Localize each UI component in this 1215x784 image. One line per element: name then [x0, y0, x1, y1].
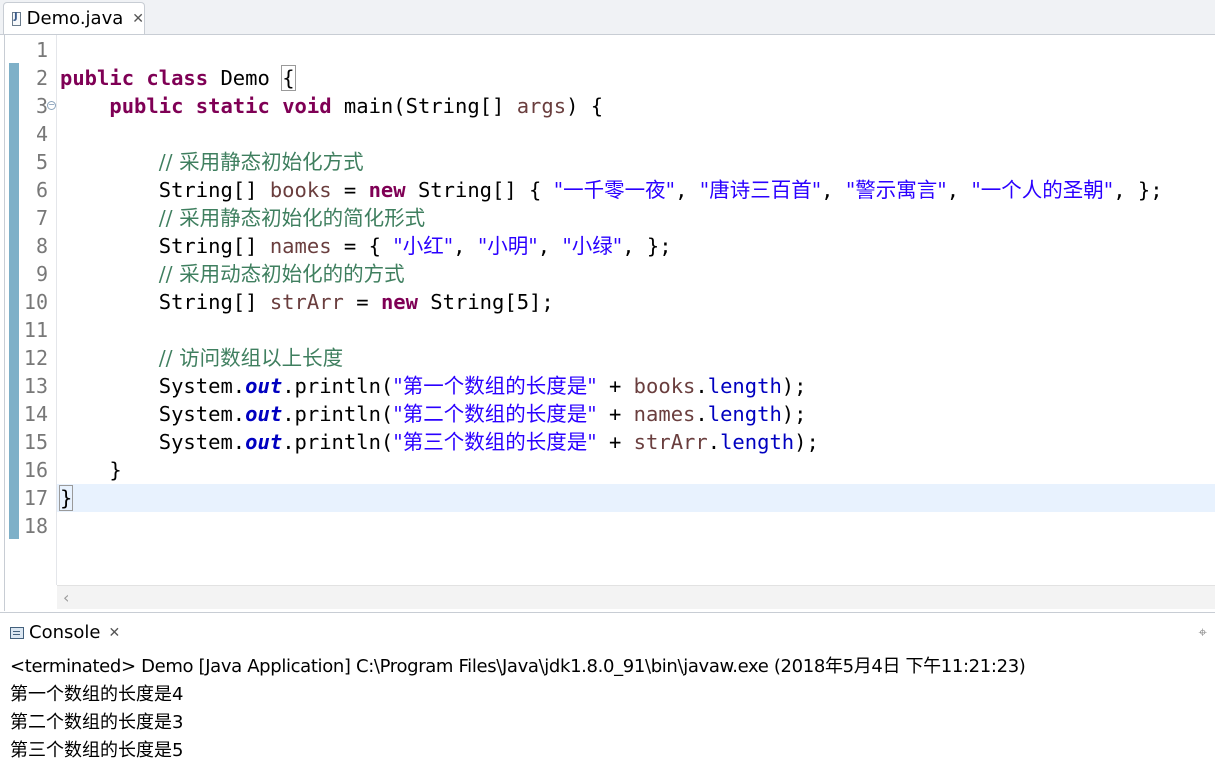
- line-number: 11: [23, 318, 48, 342]
- code-line: 3 − public static void main(String[] arg…: [0, 92, 1215, 120]
- code-line: 2 public class Demo {: [0, 64, 1215, 92]
- code-line: 8 String[] names = { "小红", "小明", "小绿", }…: [0, 232, 1215, 260]
- console-output-line: 第一个数组的长度是4: [10, 684, 184, 705]
- close-icon[interactable]: ✕: [108, 625, 120, 641]
- code-line: 18: [0, 512, 1215, 540]
- matched-brace: }: [58, 485, 74, 511]
- line-number: 14: [23, 402, 48, 426]
- code-comment: // 采用动态初始化的的方式: [158, 262, 405, 286]
- line-number: 13: [23, 374, 48, 398]
- line-number: 9: [35, 262, 48, 286]
- line-number: 3: [35, 94, 48, 118]
- code-text: String[] names = { "小红", "小明", "小绿", };: [158, 234, 672, 258]
- console-tab-label: Console: [29, 622, 101, 643]
- code-line: 10 String[] strArr = new String[5];: [0, 288, 1215, 316]
- code-line: 15 System.out.println("第三个数组的长度是" + strA…: [0, 428, 1215, 456]
- code-text: System.out.println("第三个数组的长度是" + strArr.…: [158, 430, 819, 454]
- editor-tab-strip: Demo.java ✕: [0, 0, 1215, 34]
- code-line: 6 String[] books = new String[] { "一千零一夜…: [0, 176, 1215, 204]
- code-text: // 访问数组以上长度: [60, 344, 343, 372]
- code-text: // 采用动态初始化的的方式: [60, 260, 405, 288]
- line-number: 12: [23, 346, 48, 370]
- code-comment: // 访问数组以上长度: [158, 346, 344, 370]
- line-number: 16: [23, 458, 48, 482]
- line-number: 8: [35, 234, 48, 258]
- code-editor[interactable]: 1 2 public class Demo { 3 − public stati…: [0, 34, 1215, 611]
- line-number: 1: [35, 38, 48, 62]
- console-output-line: 第二个数组的长度是3: [10, 712, 184, 733]
- code-text: // 采用静态初始化的简化形式: [60, 204, 425, 232]
- line-number: 4: [35, 122, 48, 146]
- code-line: 4: [0, 120, 1215, 148]
- code-text: String[] strArr = new String[5];: [158, 290, 554, 314]
- tab-demo-java[interactable]: Demo.java ✕: [3, 2, 145, 34]
- line-number: 6: [35, 178, 48, 202]
- pin-console-icon[interactable]: ⌖: [1199, 623, 1207, 641]
- text-caret: [72, 487, 74, 511]
- code-line: 11: [0, 316, 1215, 344]
- code-text: // 采用静态初始化方式: [60, 148, 364, 176]
- matched-brace: {: [281, 65, 296, 91]
- code-text: }: [109, 458, 122, 482]
- line-number: 5: [35, 150, 48, 174]
- code-text: System.out.println("第一个数组的长度是" + books.l…: [158, 374, 807, 398]
- code-text: System.out.println("第二个数组的长度是" + names.l…: [158, 402, 807, 426]
- code-text: public class Demo {: [60, 65, 296, 91]
- console-view: Console ✕ ⌖ <terminated> Demo [Java Appl…: [0, 612, 1215, 784]
- code-line: 12 // 访问数组以上长度: [0, 344, 1215, 372]
- line-number: 15: [23, 430, 48, 454]
- code-comment: // 采用静态初始化的简化形式: [158, 206, 426, 230]
- tab-console[interactable]: Console ✕: [10, 622, 120, 643]
- code-line: 1: [0, 36, 1215, 64]
- code-line: 14 System.out.println("第二个数组的长度是" + name…: [0, 400, 1215, 428]
- code-line: 17 }: [0, 484, 1215, 512]
- code-text: String[] books = new String[] { "一千零一夜",…: [158, 178, 1163, 202]
- code-line: 9 // 采用动态初始化的的方式: [0, 260, 1215, 288]
- java-file-icon: [12, 11, 21, 26]
- line-number: 2: [35, 66, 48, 90]
- line-number: 17: [23, 486, 48, 510]
- console-status-line: <terminated> Demo [Java Application] C:\…: [10, 656, 1026, 677]
- console-output-line: 第三个数组的长度是5: [10, 740, 184, 761]
- console-icon: [10, 626, 24, 639]
- code-text: }: [58, 484, 74, 512]
- code-comment: // 采用静态初始化方式: [158, 150, 364, 174]
- tab-label: Demo.java: [26, 8, 124, 29]
- code-text: public static void main(String[] args) {: [109, 94, 604, 118]
- code-line: 16 }: [0, 456, 1215, 484]
- close-icon[interactable]: ✕: [132, 12, 144, 26]
- line-number: 7: [35, 206, 48, 230]
- collapse-fold-icon[interactable]: −: [47, 101, 56, 110]
- code-line: 7 // 采用静态初始化的简化形式: [0, 204, 1215, 232]
- line-number: 18: [23, 514, 48, 538]
- scroll-left-icon[interactable]: ‹: [63, 588, 69, 607]
- line-number: 10: [23, 290, 48, 314]
- code-line: 13 System.out.println("第一个数组的长度是" + book…: [0, 372, 1215, 400]
- horizontal-scrollbar[interactable]: ‹: [57, 585, 1215, 609]
- code-line: 5 // 采用静态初始化方式: [0, 148, 1215, 176]
- console-header: Console ✕ ⌖: [0, 613, 1215, 653]
